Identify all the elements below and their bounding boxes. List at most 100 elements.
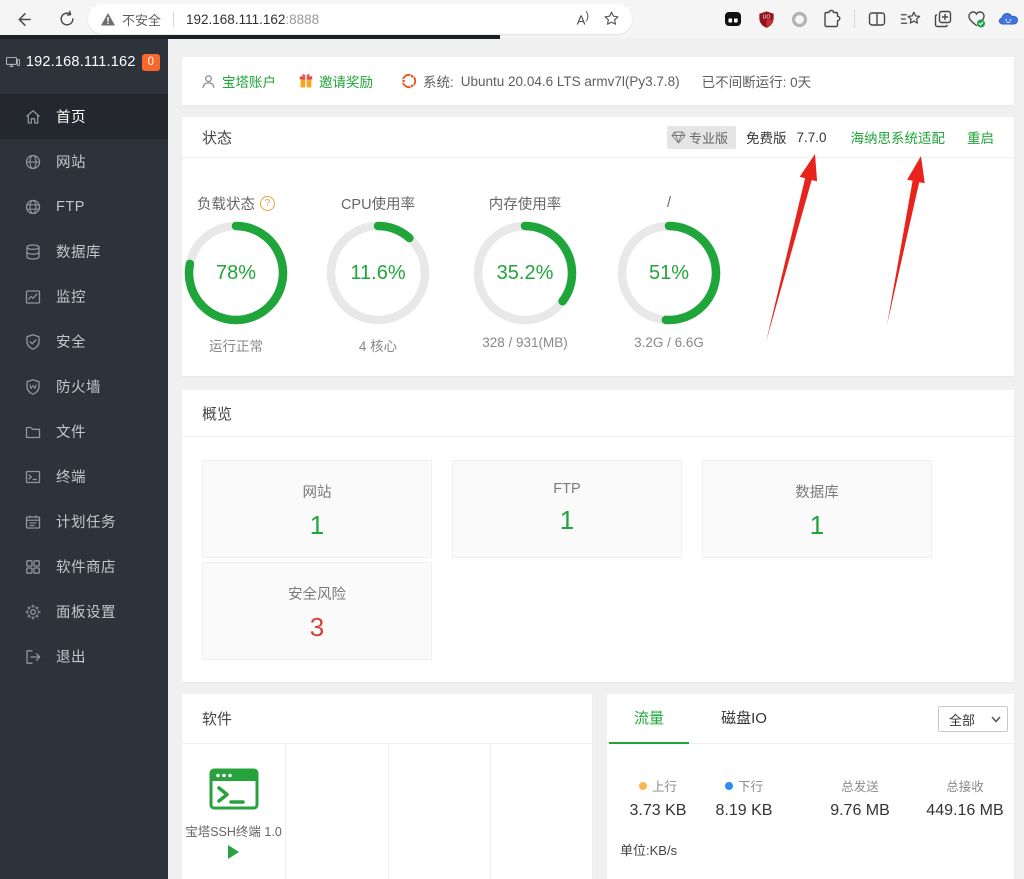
sidebar-menu: 首页 网站 FTP 数据库 监控 安全 防火墙 文件 <box>0 94 168 679</box>
grid-divider <box>490 744 491 879</box>
gauge-caption: 4 核心 <box>303 335 453 355</box>
sidebar-item-security[interactable]: 安全 <box>0 319 168 364</box>
traffic-panel: 流量 磁盘IO 全部 上行 3.73 KB 下行 8.19 KB 总发送 9.7… <box>607 694 1014 879</box>
toolbar-divider <box>854 10 855 28</box>
svg-text:UO: UO <box>762 14 770 20</box>
user-icon <box>200 73 217 90</box>
refresh-icon[interactable] <box>52 4 82 34</box>
overview-title: 概览 <box>202 403 232 424</box>
sidebar-item-label: 网站 <box>56 151 86 172</box>
card-label: 数据库 <box>703 481 931 502</box>
software-item-ssh-terminal[interactable]: 宝塔SSH终端 1.0 <box>182 744 285 879</box>
gauge-disk-root: / 51% 3.2G / 6.6G <box>594 193 744 350</box>
overview-card-database[interactable]: 数据库 1 <box>702 460 932 558</box>
ssh-terminal-app-icon <box>206 761 262 817</box>
ring-extension-icon[interactable] <box>788 8 810 30</box>
sidebar-item-appstore[interactable]: 软件商店 <box>0 544 168 589</box>
gauge-caption: 运行正常 <box>161 335 311 355</box>
overview-card-security-risk[interactable]: 安全风险 3 <box>202 562 432 660</box>
stat-value: 3.73 KB <box>618 802 698 820</box>
address-bar[interactable]: 不安全 192.168.111.162 :8888 A) <box>88 4 632 34</box>
security-label: 不安全 <box>122 10 161 29</box>
gauge-value: 35.2% <box>472 220 578 326</box>
play-icon[interactable] <box>228 845 239 859</box>
restart-link[interactable]: 重启 <box>967 127 994 147</box>
sidebar-item-cron[interactable]: 计划任务 <box>0 499 168 544</box>
home-icon <box>24 108 42 126</box>
sidebar-item-label: 面板设置 <box>56 601 116 622</box>
gauge-title: CPU使用率 <box>341 193 415 214</box>
sidebar-item-settings[interactable]: 面板设置 <box>0 589 168 634</box>
upstream-dot <box>639 782 647 790</box>
stat-value: 9.76 MB <box>820 802 900 820</box>
overview-card-ftp[interactable]: FTP 1 <box>452 460 682 558</box>
calendar-icon <box>24 513 42 531</box>
app-name: 宝塔SSH终端 1.0 <box>182 821 285 840</box>
ftp-globe-icon <box>24 198 42 216</box>
back-icon[interactable] <box>8 4 38 34</box>
shield-check-icon <box>24 333 42 351</box>
stat-downstream: 下行 8.19 KB <box>704 776 784 820</box>
sidebar-item-terminal[interactable]: 终端 <box>0 454 168 499</box>
gauge-caption: 328 / 931(MB) <box>450 335 600 350</box>
gauge-caption: 3.2G / 6.6G <box>594 335 744 350</box>
invite-reward-link[interactable]: 邀请奖励 <box>298 71 373 91</box>
reader-extension-icon[interactable] <box>722 8 744 30</box>
software-panel: 软件 宝塔SSH终端 1.0 <box>182 694 592 879</box>
tab-traffic[interactable]: 流量 <box>609 694 689 744</box>
sidebar-item-website[interactable]: 网站 <box>0 139 168 184</box>
split-screen-icon[interactable] <box>866 8 888 30</box>
downstream-dot <box>725 782 733 790</box>
duplicate-tab-icon[interactable] <box>932 8 954 30</box>
server-ip-header[interactable]: 192.168.111.162 0 <box>0 38 168 72</box>
sidebar-item-ftp[interactable]: FTP <box>0 184 168 229</box>
not-secure-warning-icon <box>100 12 116 27</box>
sidebar-item-logout[interactable]: 退出 <box>0 634 168 679</box>
grid-divider <box>285 744 286 879</box>
sidebar-item-home[interactable]: 首页 <box>0 94 168 139</box>
collections-icon[interactable] <box>899 8 921 30</box>
extensions-puzzle-icon[interactable] <box>821 8 843 30</box>
edition-label: 免费版 <box>746 127 787 147</box>
system-value: Ubuntu 20.04.6 LTS armv7l(Py3.7.8) <box>461 74 680 89</box>
browser-essentials-icon[interactable] <box>965 8 987 30</box>
ubuntu-icon <box>401 73 417 89</box>
profile-cloud-icon[interactable] <box>998 8 1020 30</box>
sidebar-item-label: 数据库 <box>56 241 101 262</box>
help-icon[interactable]: ? <box>260 196 275 211</box>
overview-card-website[interactable]: 网站 1 <box>202 460 432 558</box>
sidebar-item-firewall[interactable]: 防火墙 <box>0 364 168 409</box>
hinas-adapt-link[interactable]: 海纳思系统适配 <box>851 127 946 147</box>
gauge-value: 51% <box>616 220 722 326</box>
interface-filter-select[interactable]: 全部 <box>938 706 1008 732</box>
stat-value: 8.19 KB <box>704 802 784 820</box>
pro-version-badge[interactable]: 专业版 <box>667 126 736 149</box>
sidebar-item-database[interactable]: 数据库 <box>0 229 168 274</box>
stat-total-sent: 总发送 9.76 MB <box>820 776 900 820</box>
url-port: :8888 <box>285 12 319 27</box>
card-label: FTP <box>453 481 681 497</box>
folder-icon <box>24 423 42 441</box>
traffic-tabs: 流量 磁盘IO 全部 <box>607 694 1014 744</box>
gear-icon <box>24 603 42 621</box>
sidebar-item-label: 软件商店 <box>56 556 116 577</box>
sidebar-item-label: 首页 <box>56 106 86 127</box>
sidebar: 192.168.111.162 0 首页 网站 FTP 数据库 监控 安全 <box>0 38 168 879</box>
favorite-star-icon[interactable] <box>603 10 620 27</box>
message-count-badge[interactable]: 0 <box>142 54 160 71</box>
overview-panel: 概览 网站 1 FTP 1 数据库 1 安全风险 3 <box>182 390 1014 682</box>
gauge-memory: 内存使用率 35.2% 328 / 931(MB) <box>450 193 600 350</box>
card-value: 1 <box>203 510 431 541</box>
sidebar-item-label: 监控 <box>56 286 86 307</box>
gauge-title: / <box>667 195 671 211</box>
sidebar-item-label: 计划任务 <box>56 511 116 532</box>
read-aloud-icon[interactable]: A) <box>577 10 589 27</box>
ublock-shield-icon[interactable]: UO <box>755 8 777 30</box>
url-host: 192.168.111.162 <box>186 12 285 27</box>
baota-account-link[interactable]: 宝塔账户 <box>200 71 276 91</box>
gauge-cpu: CPU使用率 11.6% 4 核心 <box>303 193 453 355</box>
diamond-icon <box>671 131 686 144</box>
sidebar-item-monitor[interactable]: 监控 <box>0 274 168 319</box>
tab-disk-io[interactable]: 磁盘IO <box>699 694 789 744</box>
sidebar-item-files[interactable]: 文件 <box>0 409 168 454</box>
